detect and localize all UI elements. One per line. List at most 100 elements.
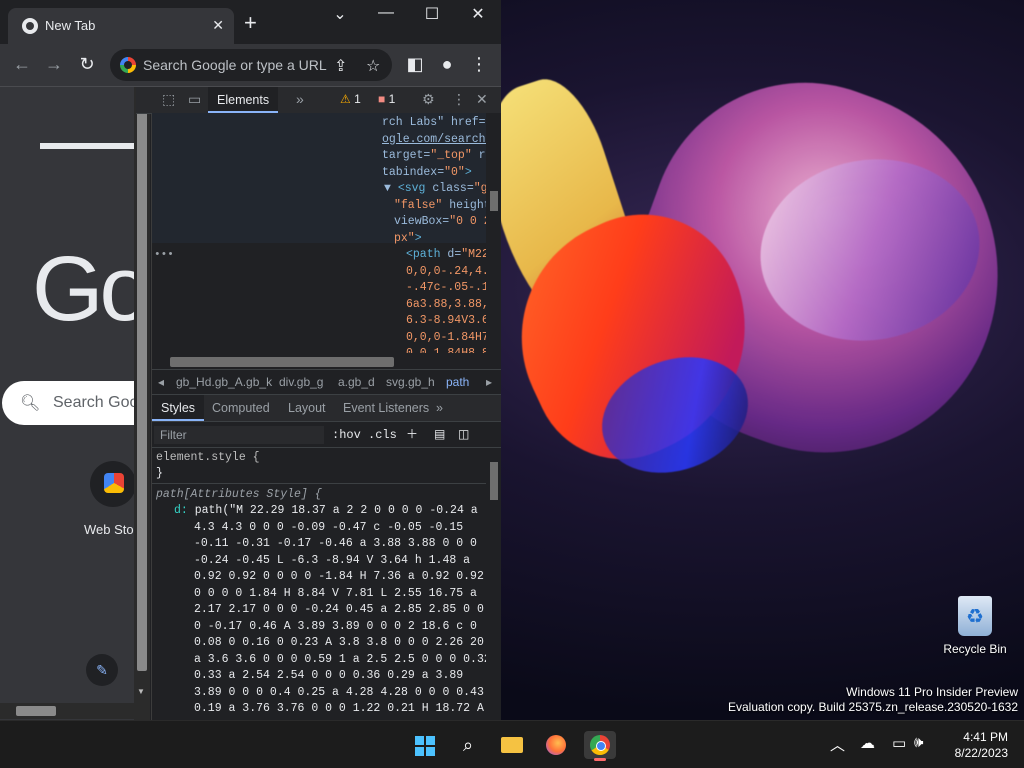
dom-node-line[interactable]: ▼ <svg class="gb <box>384 181 494 198</box>
breadcrumb-item[interactable]: gb_Hd.gb_A.gb_k <box>176 370 272 394</box>
reload-icon[interactable]: ↻ <box>75 54 99 74</box>
style-rule-selector[interactable]: element.style { <box>156 450 260 467</box>
breadcrumb-forward-icon[interactable]: ▸ <box>486 370 492 394</box>
top-bar <box>40 143 134 149</box>
dom-node-line[interactable]: 6a3.88,3.88, <box>406 297 489 314</box>
scrollbar-thumb[interactable] <box>490 191 498 211</box>
windows-start-icon[interactable] <box>408 731 440 759</box>
customize-edit-icon[interactable]: ✎ <box>86 654 118 686</box>
dom-node-line[interactable]: -.47c-.05-.1 <box>406 280 489 297</box>
google-g-icon <box>120 57 136 73</box>
minimize-button[interactable]: — <box>366 4 406 22</box>
scrollbar-thumb[interactable] <box>137 101 147 671</box>
breadcrumb-item-active[interactable]: path <box>446 370 469 394</box>
onedrive-icon[interactable]: ☁ <box>860 734 875 752</box>
dom-node-line[interactable]: "false" height <box>394 198 491 215</box>
close-window-button[interactable]: ✕ <box>458 4 498 24</box>
forward-arrow-icon[interactable]: → <box>42 54 66 74</box>
web-store-shortcut-icon[interactable] <box>90 461 134 507</box>
system-clock[interactable]: 4:41 PM 8/22/2023 <box>955 729 1008 761</box>
scrollbar-thumb[interactable] <box>170 357 394 367</box>
dom-node-line[interactable]: rch Labs" href=" <box>382 115 492 132</box>
new-tab-button[interactable]: + <box>244 12 257 34</box>
sidebar-toggle-icon[interactable]: ◫ <box>458 423 469 447</box>
search-icon[interactable]: ⌕ <box>452 731 484 759</box>
file-explorer-icon[interactable] <box>496 731 528 759</box>
dom-node-line[interactable]: 0,0,0-1.84H7 <box>406 330 489 347</box>
search-placeholder: Search Google <box>53 394 134 411</box>
new-style-rule-icon[interactable]: ＋ <box>406 423 418 447</box>
dom-node-line[interactable]: target="_top" ro <box>382 148 492 165</box>
tab-elements[interactable]: Elements <box>208 87 279 113</box>
style-rule-selector[interactable]: path[Attributes Style] { <box>156 487 322 504</box>
side-panel-icon[interactable]: ◧ <box>403 54 427 74</box>
styles-pane[interactable]: element.style { } path[Attributes Style]… <box>152 448 486 720</box>
scrollbar-thumb[interactable] <box>16 706 56 716</box>
dom-node-line[interactable]: 6.3-8.94V3.6 <box>406 313 489 330</box>
share-icon[interactable]: ⇪ <box>334 56 347 76</box>
inspect-element-icon[interactable]: ⬚ <box>162 91 175 108</box>
dom-horizontal-scrollbar[interactable] <box>152 353 486 369</box>
devtools-close-icon[interactable]: ✕ <box>476 91 488 108</box>
errors-badge[interactable]: ■ 1 <box>378 92 395 106</box>
settings-gear-icon[interactable]: ⚙ <box>422 91 435 108</box>
menu-kebab-icon[interactable]: ⋮ <box>467 54 491 74</box>
show-hidden-icons-chevron-icon[interactable]: ︿ <box>830 734 845 755</box>
dom-node-line[interactable]: <path d="M22 <box>406 247 489 264</box>
volume-icon[interactable]: 🕪 <box>914 734 923 751</box>
recycle-bin-shortcut[interactable]: Recycle Bin <box>940 596 1010 656</box>
chrome-icon[interactable] <box>584 731 616 761</box>
chrome-logo-icon <box>590 735 610 755</box>
tab-layout[interactable]: Layout <box>288 395 326 421</box>
dom-tree[interactable]: rch Labs" href=" ogle.com/search? target="… <box>152 113 501 369</box>
page-horizontal-scrollbar[interactable] <box>0 703 134 719</box>
page-vertical-scrollbar[interactable]: ▲ ▼ <box>134 87 150 720</box>
filter-input[interactable]: Filter <box>154 426 324 444</box>
firefox-logo-icon <box>546 735 566 755</box>
breadcrumb-back-icon[interactable]: ◂ <box>158 370 164 394</box>
styles-vertical-scrollbar[interactable] <box>486 448 501 720</box>
dom-node-line[interactable]: 0,0,0-.24,4. <box>406 264 489 281</box>
maximize-button[interactable]: ☐ <box>412 4 452 24</box>
style-declaration-line[interactable]: d: path("M 22.29 18.37 a 2 2 0 0 0 0 -0.… <box>174 503 478 520</box>
tab-event-listeners[interactable]: Event Listeners <box>343 395 429 421</box>
breadcrumb-item[interactable]: svg.gb_h <box>386 370 435 394</box>
search-box[interactable]: 🔍︎ Search Google <box>2 381 134 425</box>
active-app-indicator <box>594 758 606 761</box>
shortcut-label: Web Store <box>84 522 134 537</box>
dom-node-line[interactable]: px"> <box>394 231 422 248</box>
back-arrow-icon[interactable]: ← <box>10 54 34 74</box>
scrollbar-thumb[interactable] <box>490 462 498 500</box>
network-icon[interactable]: ▭ <box>892 734 906 752</box>
dom-node-line[interactable]: tabindex="0"> <box>382 165 472 182</box>
style-declaration-line: 2.17 2.17 0 0 0 -0.24 0.45 a 2.85 2.85 0… <box>194 603 484 616</box>
node-ellipsis[interactable]: ••• <box>154 247 174 264</box>
tab-close-icon[interactable]: ✕ <box>212 17 224 34</box>
profile-icon[interactable]: ● <box>435 54 459 74</box>
device-toolbar-icon[interactable]: ▭ <box>188 91 201 108</box>
scroll-down-icon[interactable]: ▼ <box>137 687 145 696</box>
breadcrumb-item[interactable]: a.gb_d <box>338 370 375 394</box>
warnings-badge[interactable]: ⚠ 1 <box>340 92 361 106</box>
omnibox[interactable]: Search Google or type a URL ⇪ ☆ <box>110 49 392 81</box>
more-tabs-icon[interactable]: » <box>296 91 304 107</box>
breadcrumb-item[interactable]: div.gb_g <box>279 370 323 394</box>
tab-search-chevron-icon[interactable]: ⌄ <box>320 4 360 24</box>
tab-computed[interactable]: Computed <box>212 395 270 421</box>
dom-node-line[interactable]: ogle.com/search? <box>382 132 492 149</box>
windows-taskbar: ⌕ ︿ ☁ ▭ 🕪 4:41 PM 8/22/2023 <box>0 720 1024 768</box>
class-toggle[interactable]: .cls <box>368 423 397 447</box>
warnings-count: 1 <box>354 92 361 106</box>
tab-strip: New Tab ✕ + ⌄ — ☐ ✕ <box>0 0 501 44</box>
breadcrumb: ◂ gb_Hd.gb_A.gb_k div.gb_g a.gb_d svg.gb… <box>152 369 501 395</box>
more-tabs-icon[interactable]: » <box>436 395 443 421</box>
tab-new-tab[interactable]: New Tab ✕ <box>8 8 234 44</box>
hover-state-toggle[interactable]: :hov <box>332 423 361 447</box>
devtools-menu-icon[interactable]: ⋮ <box>452 91 466 108</box>
dom-node-line[interactable]: viewBox="0 0 2 <box>394 214 491 231</box>
dom-vertical-scrollbar[interactable] <box>486 113 501 369</box>
tab-styles[interactable]: Styles <box>152 395 205 421</box>
firefox-icon[interactable] <box>540 731 572 759</box>
bookmark-star-icon[interactable]: ☆ <box>366 56 380 76</box>
paint-toggle-icon[interactable]: ▤ <box>434 423 445 447</box>
